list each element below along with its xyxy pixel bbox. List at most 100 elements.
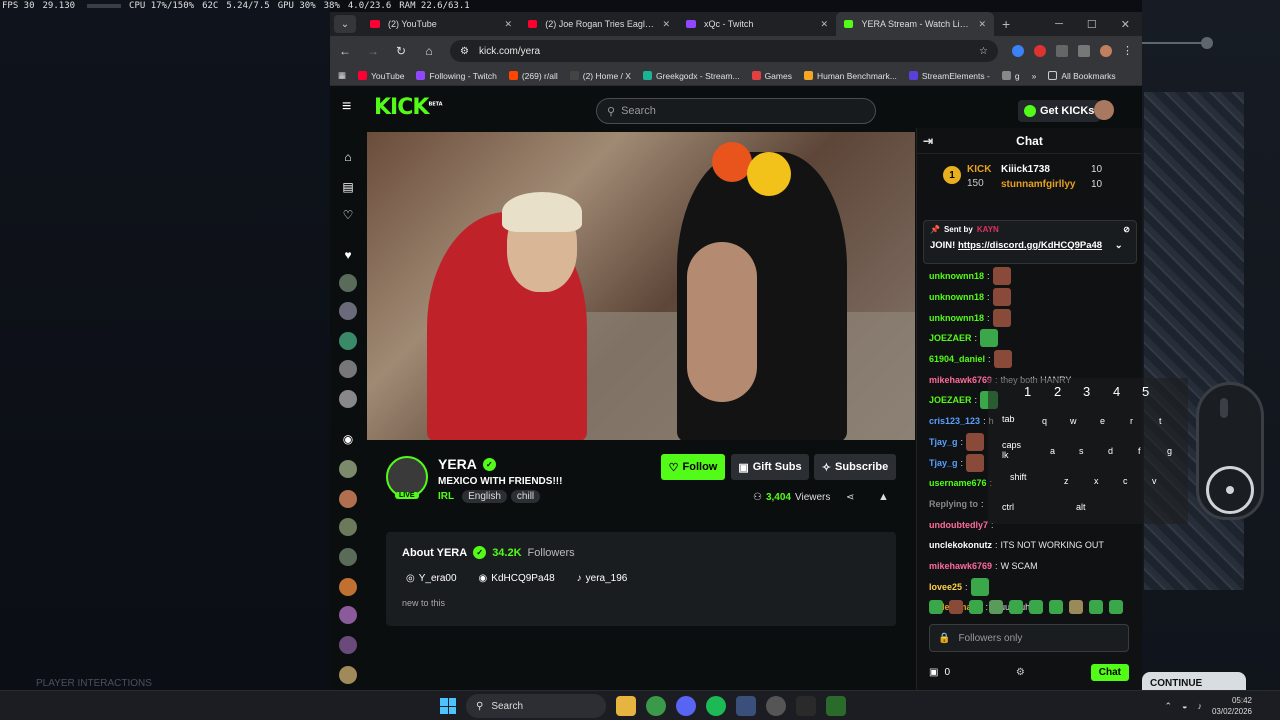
sidebar-channel-avatar[interactable] — [339, 636, 357, 654]
spotify-icon[interactable] — [706, 696, 726, 716]
tab-search-button[interactable]: ⌄ — [334, 15, 356, 33]
chat-username[interactable]: mikehawk6769 — [929, 375, 992, 385]
app-icon[interactable] — [736, 696, 756, 716]
unpin-icon[interactable]: ⊘ — [1123, 225, 1130, 234]
all-bookmarks[interactable]: All Bookmarks — [1048, 71, 1116, 81]
chat-username[interactable]: lovee25 — [929, 582, 962, 592]
apps-icon[interactable]: ▦ — [338, 70, 346, 81]
new-tab-button[interactable]: + — [1002, 16, 1010, 32]
browse-icon[interactable]: ▤ — [339, 178, 357, 196]
file-explorer-icon[interactable] — [616, 696, 636, 716]
search-input[interactable]: ⚲ Search — [596, 98, 876, 124]
quick-emote-icon[interactable] — [1029, 600, 1043, 614]
volume-icon[interactable]: ♪ — [1197, 701, 1202, 711]
app-icon[interactable] — [796, 696, 816, 716]
sidebar-channel-avatar[interactable] — [339, 390, 357, 408]
close-tab-icon[interactable]: ✕ — [662, 19, 670, 30]
chat-username[interactable]: unknownn18 — [929, 271, 984, 281]
sidebar-channel-avatar[interactable] — [339, 606, 357, 624]
kick-logo[interactable]: KICKBETA — [374, 95, 443, 120]
bookmark-item[interactable]: StreamElements - — [908, 71, 990, 81]
chat-username[interactable]: unclekokonutz — [929, 540, 992, 550]
follow-button[interactable]: ♡ Follow — [661, 454, 725, 480]
subscribe-button[interactable]: ✧ Subscribe — [814, 454, 896, 480]
bookmark-item[interactable]: (269) r/all — [508, 71, 558, 81]
taskbar-search[interactable]: ⚲ Search — [466, 694, 606, 718]
bookmark-star-icon[interactable]: ☆ — [979, 46, 988, 57]
bookmark-item[interactable]: (2) Home / X — [569, 71, 631, 81]
home-button[interactable]: ⌂ — [422, 44, 436, 58]
chat-send-button[interactable]: Chat — [1090, 663, 1129, 681]
chat-username[interactable]: Replying to — [929, 499, 978, 509]
expand-icon[interactable]: ⌄ — [1115, 240, 1123, 251]
quick-emote-icon[interactable] — [1049, 600, 1063, 614]
following-icon[interactable]: ♡ — [339, 206, 357, 224]
streamer-name[interactable]: YERA ✓ — [438, 456, 496, 472]
chat-username[interactable]: JOEZAER — [929, 395, 972, 405]
sidebar-channel-avatar[interactable] — [339, 548, 357, 566]
user-avatar[interactable] — [1094, 100, 1114, 120]
app-icon[interactable] — [826, 696, 846, 716]
chat-username[interactable]: 61904_daniel — [929, 354, 985, 364]
sidebar-channel-avatar[interactable] — [339, 490, 357, 508]
forward-button[interactable]: → — [366, 44, 380, 58]
profile-avatar[interactable] — [1100, 45, 1112, 57]
url-field[interactable]: ⚙ kick.com/yera ☆ — [450, 40, 998, 62]
browser-tab[interactable]: (2) Joe Rogan Tries Eagle Ey ✕ — [520, 12, 678, 36]
maximize-button[interactable]: ☐ — [1087, 18, 1097, 31]
close-tab-icon[interactable]: ✕ — [504, 19, 512, 30]
volume-slider[interactable] — [1142, 37, 1213, 49]
report-icon[interactable]: ▲ — [878, 491, 889, 503]
share-icon[interactable]: ⋖ — [846, 492, 854, 503]
more-bookmarks-icon[interactable]: » — [1032, 71, 1037, 81]
tiktok-link[interactable]: ♪ yera_196 — [577, 573, 628, 584]
collapse-chat-icon[interactable]: ⇥ — [923, 134, 933, 148]
chat-username[interactable]: JOEZAER — [929, 333, 972, 343]
sidebar-channel-avatar[interactable] — [339, 666, 357, 684]
tag[interactable]: chill — [510, 490, 541, 503]
continue-button[interactable]: CONTINUE — [1142, 672, 1246, 690]
reload-button[interactable]: ↻ — [394, 44, 408, 58]
leader-name[interactable]: Kiiick1738 — [1001, 164, 1050, 175]
close-tab-icon[interactable]: ✕ — [820, 19, 828, 30]
clock[interactable]: 05:42 03/02/2026 — [1212, 695, 1252, 717]
home-icon[interactable]: ⌂ — [339, 148, 357, 166]
chat-username[interactable]: username676 — [929, 478, 987, 488]
sidebar-channel-avatar[interactable] — [339, 460, 357, 478]
category-link[interactable]: IRL — [438, 491, 454, 502]
chat-username[interactable]: cris123_123 — [929, 416, 980, 426]
quick-emote-icon[interactable] — [1109, 600, 1123, 614]
quick-emote-icon[interactable] — [969, 600, 983, 614]
leader-name[interactable]: stunnamfgirllyy — [1001, 179, 1075, 190]
sidebar-channel-avatar[interactable] — [339, 578, 357, 596]
close-window-button[interactable]: ✕ — [1121, 18, 1130, 31]
extension-icon[interactable] — [1012, 45, 1024, 57]
quick-emote-icon[interactable] — [989, 600, 1003, 614]
tray-expand-icon[interactable]: ⌃ — [1164, 701, 1172, 712]
browser-tab[interactable]: (2) YouTube ✕ — [362, 12, 520, 36]
quick-emote-icon[interactable] — [1009, 600, 1023, 614]
chat-username[interactable]: unknownn18 — [929, 313, 984, 323]
close-tab-icon[interactable]: ✕ — [978, 19, 986, 30]
bookmark-item[interactable]: Greekgodx - Stream... — [642, 71, 740, 81]
bookmark-item[interactable]: Games — [751, 71, 792, 81]
sidebar-channel-avatar[interactable] — [339, 332, 357, 350]
steam-icon[interactable] — [766, 696, 786, 716]
back-button[interactable]: ← — [338, 44, 352, 58]
windows-start-icon[interactable] — [440, 698, 456, 714]
instagram-link[interactable]: ◎ Y_era00 — [406, 573, 457, 584]
sidebar-channel-avatar[interactable] — [339, 518, 357, 536]
media-icon[interactable] — [1078, 45, 1090, 57]
quick-emote-icon[interactable] — [949, 600, 963, 614]
bookmark-item[interactable]: Human Benchmark... — [803, 71, 897, 81]
hamburger-icon[interactable]: ≡ — [342, 98, 358, 116]
extension-icon[interactable] — [1034, 45, 1046, 57]
discord-invite-link[interactable]: https://discord.gg/KdHCQ9Pa48 — [958, 240, 1102, 251]
minimize-button[interactable]: ─ — [1055, 18, 1063, 31]
bookmark-item[interactable]: Following - Twitch — [416, 71, 497, 81]
discord-link[interactable]: ◉ KdHCQ9Pa48 — [479, 573, 555, 584]
sidebar-channel-avatar[interactable] — [339, 274, 357, 292]
get-kicks-button[interactable]: Get KICKs — [1018, 100, 1101, 122]
menu-icon[interactable]: ⋮ — [1122, 45, 1134, 57]
chat-username[interactable]: undoubtedly7 — [929, 520, 988, 530]
